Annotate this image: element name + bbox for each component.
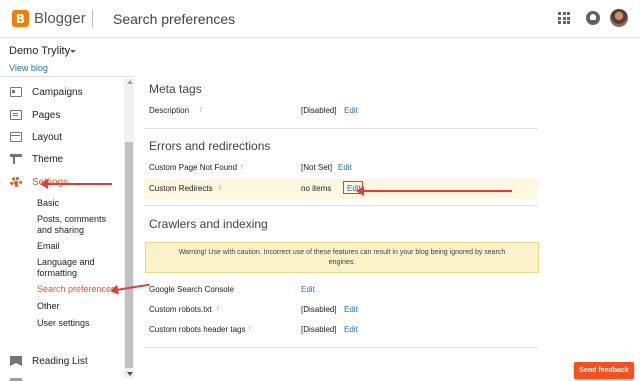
setting-label: Description — [149, 106, 190, 115]
setting-value: [Not Set] — [301, 163, 333, 172]
sidebar-item-label: Reading List — [32, 355, 88, 367]
help-icon[interactable]: ? — [199, 107, 202, 114]
settings-posts-link[interactable]: Posts, comments and sharing — [37, 214, 123, 236]
setting-row-search-console: Google Search Console Edit — [144, 280, 538, 300]
edit-robots-header-link[interactable]: Edit — [344, 325, 358, 334]
brand-name[interactable]: Blogger — [34, 10, 86, 27]
setting-value: [Disabled] — [301, 305, 337, 314]
section-title-errors: Errors and redirections — [149, 139, 271, 153]
section-divider — [144, 347, 538, 348]
settings-user-link[interactable]: User settings — [37, 318, 123, 329]
notifications-icon[interactable] — [586, 11, 600, 25]
warning-banner: Warning! Use with caution. Incorrect use… — [145, 242, 539, 273]
view-blog-link[interactable]: View blog — [9, 63, 48, 73]
scroll-up-icon[interactable] — [127, 80, 133, 84]
setting-label: Custom Page Not Found — [149, 163, 238, 172]
apps-grid-icon[interactable] — [558, 12, 570, 24]
setting-label: Custom Redirects — [149, 184, 213, 193]
setting-label: Custom robots header tags — [149, 325, 246, 334]
main-content: Meta tags Description ? [Disabled] Edit … — [135, 38, 640, 381]
edit-search-console-link[interactable]: Edit — [301, 285, 315, 294]
blog-selector[interactable]: Demo Trylity — [9, 45, 70, 57]
settings-language-link[interactable]: Language and formatting — [37, 257, 123, 279]
sidebar: Demo Trylity View blog Campaigns Pages L… — [0, 38, 135, 381]
setting-row-robots-header: Custom robots header tags ? [Disabled] E… — [144, 320, 538, 340]
logo-letter: B — [15, 11, 26, 26]
scroll-down-icon[interactable] — [127, 372, 133, 376]
help-icon[interactable]: ? — [218, 185, 221, 192]
setting-value: no items — [301, 184, 332, 193]
sidebar-item-label: Pages — [32, 109, 61, 121]
gear-icon — [10, 177, 22, 187]
chevron-down-icon[interactable] — [70, 50, 76, 53]
setting-row-custom-redirects: Custom Redirects ? no items Edit — [144, 179, 538, 199]
edit-robots-txt-link[interactable]: Edit — [344, 305, 358, 314]
blogger-logo-icon[interactable]: B — [12, 10, 29, 27]
setting-label: Google Search Console — [149, 285, 234, 294]
avatar[interactable] — [610, 9, 628, 27]
header-divider — [92, 10, 93, 28]
setting-value: [Disabled] — [301, 325, 337, 334]
pages-icon — [10, 110, 22, 120]
sidebar-item-pages[interactable]: Pages — [0, 105, 124, 125]
edit-description-link[interactable]: Edit — [344, 106, 358, 115]
section-divider — [144, 205, 538, 206]
setting-row-description: Description ? [Disabled] Edit — [144, 101, 538, 121]
bookmark-icon — [10, 356, 22, 366]
settings-other-link[interactable]: Other — [37, 301, 123, 312]
sidebar-item-campaigns[interactable]: Campaigns — [0, 82, 124, 102]
annotation-arrow-settings — [40, 179, 112, 189]
send-feedback-button[interactable]: Send feedback — [574, 362, 634, 379]
sidebar-item-label: Campaigns — [32, 86, 83, 98]
setting-value: [Disabled] — [301, 106, 337, 115]
sidebar-item-theme[interactable]: Theme — [0, 149, 124, 169]
campaigns-icon — [10, 87, 22, 97]
sidebar-item-label: Layout — [32, 131, 63, 143]
help-icon[interactable]: ? — [216, 306, 219, 313]
sidebar-item-reading-list[interactable]: Reading List — [0, 351, 124, 371]
page-title: Search preferences — [113, 11, 236, 27]
sidebar-item-label: Settings — [32, 176, 69, 188]
setting-row-robots-txt: Custom robots.txt ? [Disabled] Edit — [144, 300, 538, 320]
help-icon[interactable]: ? — [248, 326, 251, 333]
sidebar-item-label: Theme — [32, 153, 64, 165]
theme-icon — [10, 154, 22, 164]
sidebar-item-layout[interactable]: Layout — [0, 127, 124, 147]
section-title-crawlers: Crawlers and indexing — [149, 217, 268, 231]
setting-label: Custom robots.txt — [149, 305, 212, 314]
help-icon[interactable]: ? — [240, 164, 243, 171]
section-divider — [144, 128, 538, 129]
sidebar-item-settings[interactable]: Settings — [0, 172, 124, 192]
settings-basic-link[interactable]: Basic — [37, 198, 123, 209]
sidebar-divider — [0, 76, 135, 77]
layout-icon — [10, 132, 22, 142]
setting-row-custom-404: Custom Page Not Found ? [Not Set] Edit — [144, 158, 538, 178]
section-title-meta-tags: Meta tags — [149, 82, 202, 96]
top-bar: B Blogger Search preferences — [0, 0, 640, 38]
edit-not-found-link[interactable]: Edit — [338, 163, 352, 172]
settings-email-link[interactable]: Email — [37, 241, 123, 252]
sidebar-item-partial[interactable] — [0, 373, 124, 381]
scrollbar-thumb[interactable] — [125, 142, 133, 368]
annotation-arrow-edit — [356, 186, 512, 196]
